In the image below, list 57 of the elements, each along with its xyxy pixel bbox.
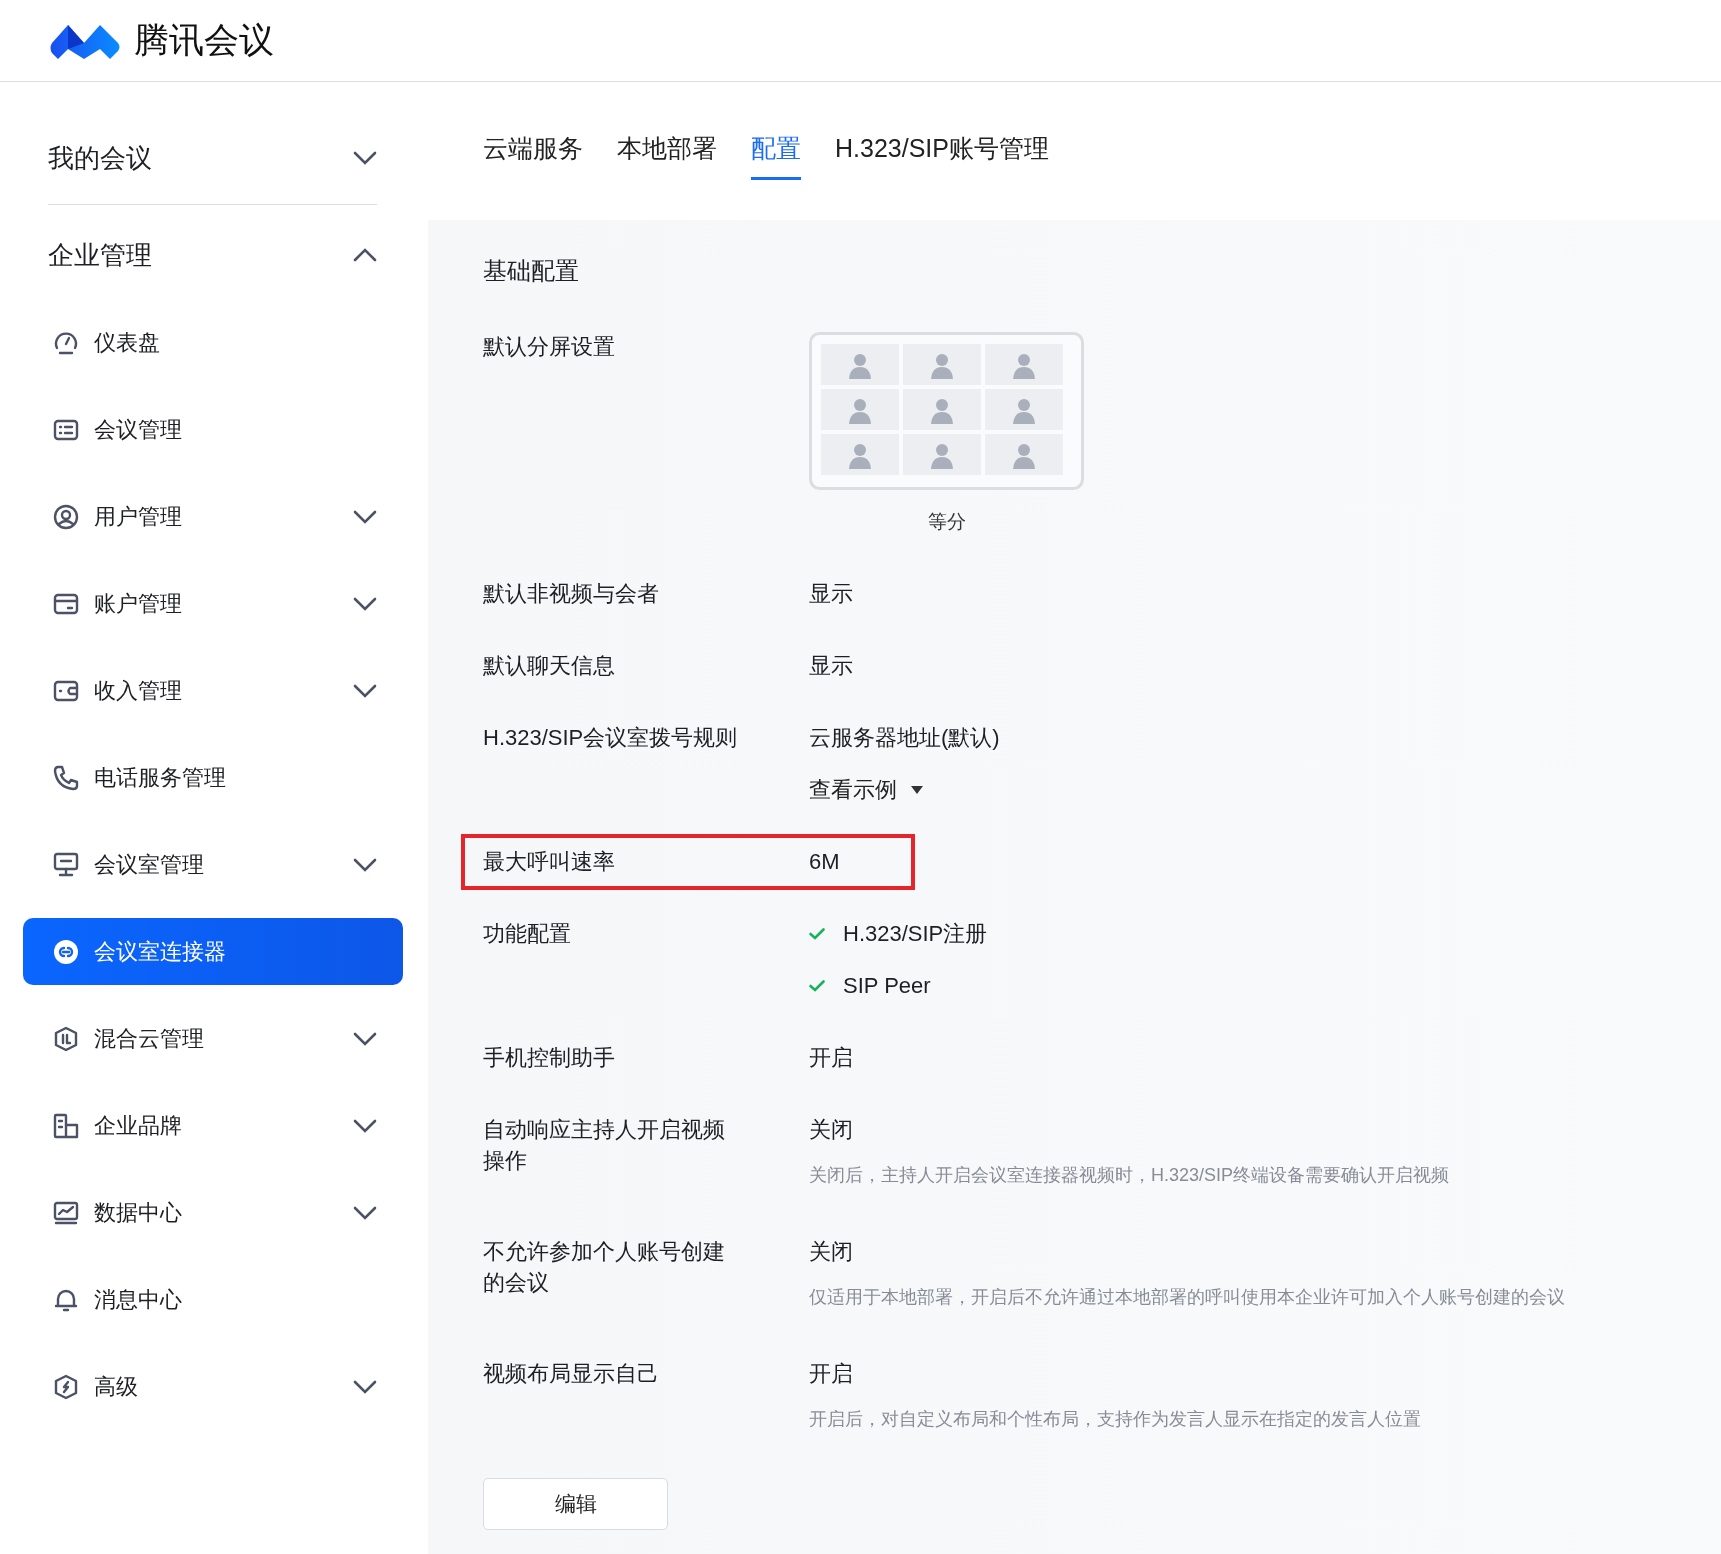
setting-description: 开启后，对自定义布局和个性布局，支持作为发言人显示在指定的发言人位置 (809, 1408, 1421, 1431)
setting-value: 关闭 (809, 1116, 853, 1144)
hexagon-icon (52, 1024, 80, 1053)
setting-label: 默认分屏设置 (483, 333, 616, 361)
sidebar-item[interactable]: 账户管理 (23, 570, 403, 637)
section-title: 基础配置 (483, 256, 580, 286)
sidebar-item[interactable]: 电话服务管理 (23, 744, 403, 811)
setting-label: 视频布局显示自己 (483, 1360, 660, 1388)
sidebar-item[interactable]: 企业品牌 (23, 1092, 403, 1159)
tab[interactable]: 本地部署 (617, 132, 717, 180)
setting-value: 6M (809, 848, 840, 876)
app-name: 腾讯会议 (134, 19, 274, 61)
example-toggle[interactable]: 查看示例 (809, 772, 923, 808)
chevron-up-icon (353, 248, 377, 262)
sidebar-item[interactable]: 会议室管理 (23, 831, 403, 898)
setting-label: 功能配置 (483, 920, 572, 948)
setting-value: 显示 (809, 580, 853, 608)
sidebar-item[interactable]: 高级 (23, 1353, 403, 1420)
setting-value: 云服务器地址(默认) (809, 724, 1000, 752)
edit-button[interactable]: 编辑 (483, 1478, 668, 1530)
chevron-down-icon (353, 151, 377, 165)
tab[interactable]: H.323/SIP账号管理 (835, 132, 1049, 180)
setting-label: 默认聊天信息 (483, 652, 616, 680)
setting-value: 关闭 (809, 1238, 853, 1266)
sidebar-item[interactable]: 数据中心 (23, 1179, 403, 1246)
sidebar-item[interactable]: 消息中心 (23, 1266, 403, 1333)
monitor-icon (52, 850, 80, 879)
option-label: SIP Peer (843, 972, 931, 1000)
option-label: H.323/SIP注册 (843, 920, 988, 948)
setting-value: 显示 (809, 652, 853, 680)
layout-caption: 等分 (926, 510, 967, 534)
link-icon (52, 937, 80, 966)
tab[interactable]: 云端服务 (483, 132, 583, 180)
sidebar-item[interactable]: 混合云管理 (23, 1005, 403, 1072)
phone-icon (52, 763, 80, 792)
sidebar-section-header[interactable]: 我的会议 (48, 124, 377, 192)
caret-down-icon (911, 786, 923, 794)
tab[interactable]: 配置 (751, 132, 801, 180)
setting-label: 手机控制助手 (483, 1044, 616, 1072)
user-circle-icon (52, 502, 80, 531)
setting-description: 关闭后，主持人开启会议室连接器视频时，H.323/SIP终端设备需要确认开启视频 (809, 1164, 1450, 1187)
setting-label: 自动响应主持人开启视频操作 (483, 1116, 726, 1175)
sidebar-section-header[interactable]: 企业管理 (48, 221, 377, 289)
sidebar-item[interactable]: 收入管理 (23, 657, 403, 724)
setting-value: 开启 (809, 1044, 853, 1072)
setting-label: 不允许参加个人账号创建的会议 (483, 1238, 726, 1297)
sidebar-item[interactable]: 用户管理 (23, 483, 403, 550)
setting-value: 开启 (809, 1360, 853, 1388)
sidebar-item[interactable]: 会议管理 (23, 396, 403, 463)
setting-label: 最大呼叫速率 (483, 848, 616, 876)
setting-label: H.323/SIP会议室拨号规则 (483, 724, 739, 752)
sidebar-item[interactable]: 会议室连接器 (23, 918, 403, 985)
setting-label: 默认非视频与会者 (483, 580, 660, 608)
setting-description: 仅适用于本地部署，开启后不允许通过本地部署的呼叫使用本企业许可加入个人账号创建的会议 (809, 1286, 1565, 1309)
building-icon (52, 1111, 80, 1140)
sidebar-item[interactable]: 仪表盘 (23, 309, 403, 376)
shield-icon (52, 1372, 80, 1401)
